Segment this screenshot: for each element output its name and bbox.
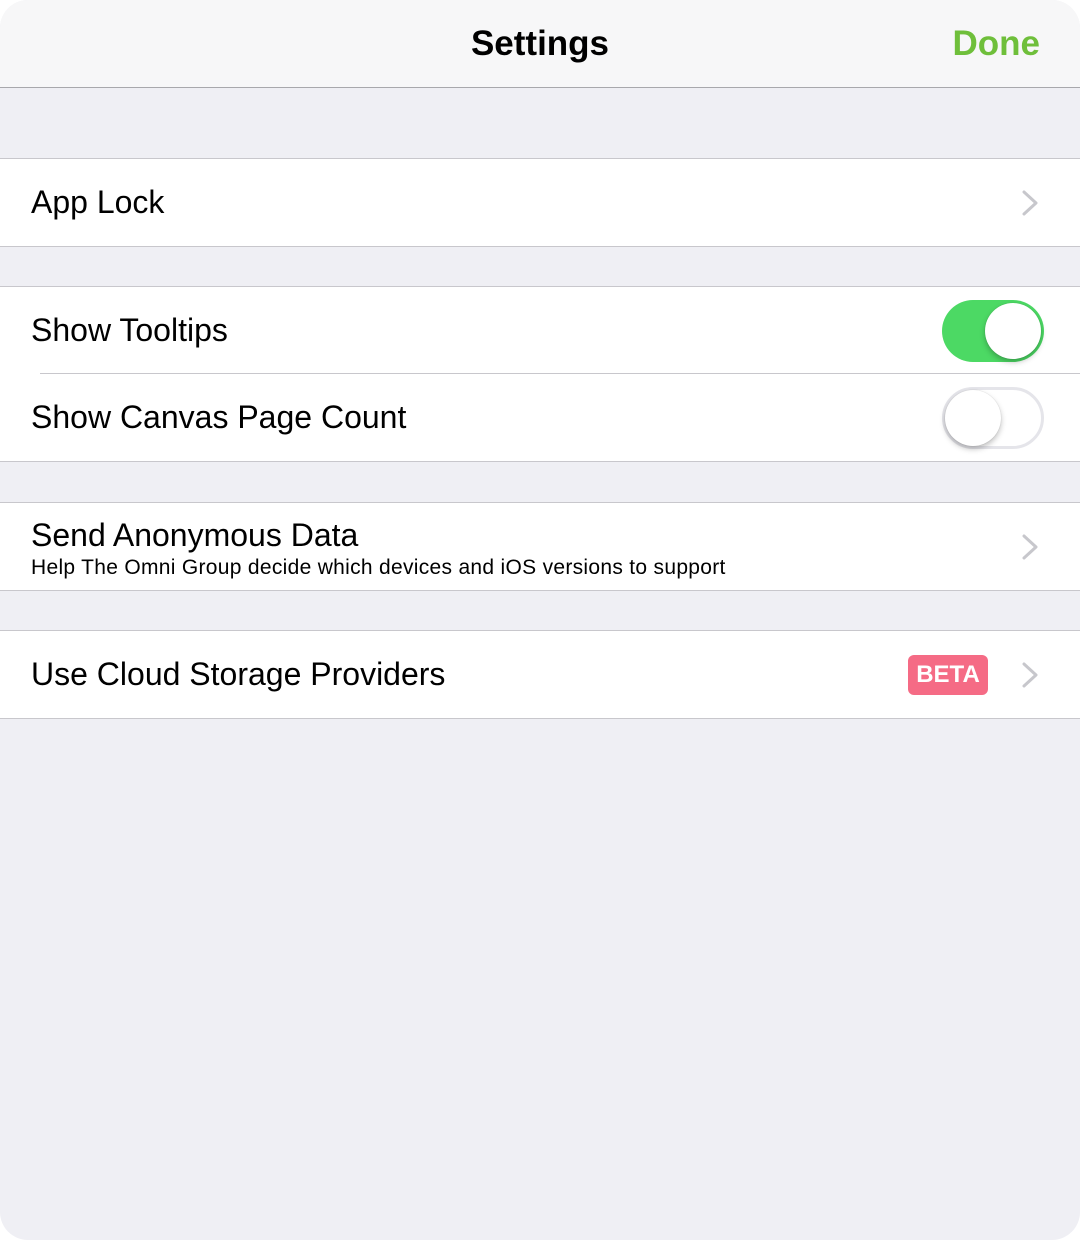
show-tooltips-row: Show Tooltips bbox=[0, 287, 1080, 374]
send-anonymous-data-label: Send Anonymous Data bbox=[31, 517, 359, 553]
beta-badge: BETA bbox=[908, 655, 988, 695]
navigation-bar: Settings Done bbox=[0, 0, 1080, 88]
show-tooltips-toggle[interactable] bbox=[942, 300, 1044, 362]
anonymous-data-group: Send Anonymous Data Help The Omni Group … bbox=[0, 502, 1080, 591]
app-lock-group: App Lock bbox=[0, 158, 1080, 247]
cloud-storage-group: Use Cloud Storage Providers BETA bbox=[0, 630, 1080, 719]
show-canvas-page-count-toggle[interactable] bbox=[942, 387, 1044, 449]
send-anonymous-data-row[interactable]: Send Anonymous Data Help The Omni Group … bbox=[0, 503, 1080, 590]
show-canvas-page-count-row: Show Canvas Page Count bbox=[0, 374, 1080, 461]
settings-sheet: Settings Done App Lock Show Tooltips Sho… bbox=[0, 0, 1080, 1240]
send-anonymous-data-subtitle: Help The Omni Group decide which devices… bbox=[31, 556, 726, 579]
app-lock-row[interactable]: App Lock bbox=[0, 159, 1080, 246]
display-options-group: Show Tooltips Show Canvas Page Count bbox=[0, 286, 1080, 462]
app-lock-label: App Lock bbox=[31, 184, 165, 220]
cloud-storage-row[interactable]: Use Cloud Storage Providers BETA bbox=[0, 631, 1080, 718]
cloud-storage-label: Use Cloud Storage Providers bbox=[31, 656, 446, 692]
show-tooltips-label: Show Tooltips bbox=[31, 312, 228, 348]
toggle-knob bbox=[945, 390, 1001, 446]
chevron-right-icon bbox=[1022, 190, 1038, 216]
done-button[interactable]: Done bbox=[953, 0, 1041, 88]
chevron-right-icon bbox=[1022, 534, 1038, 560]
page-title: Settings bbox=[470, 24, 610, 63]
show-canvas-page-count-label: Show Canvas Page Count bbox=[31, 399, 407, 435]
chevron-right-icon bbox=[1022, 662, 1038, 688]
toggle-knob bbox=[985, 303, 1041, 359]
